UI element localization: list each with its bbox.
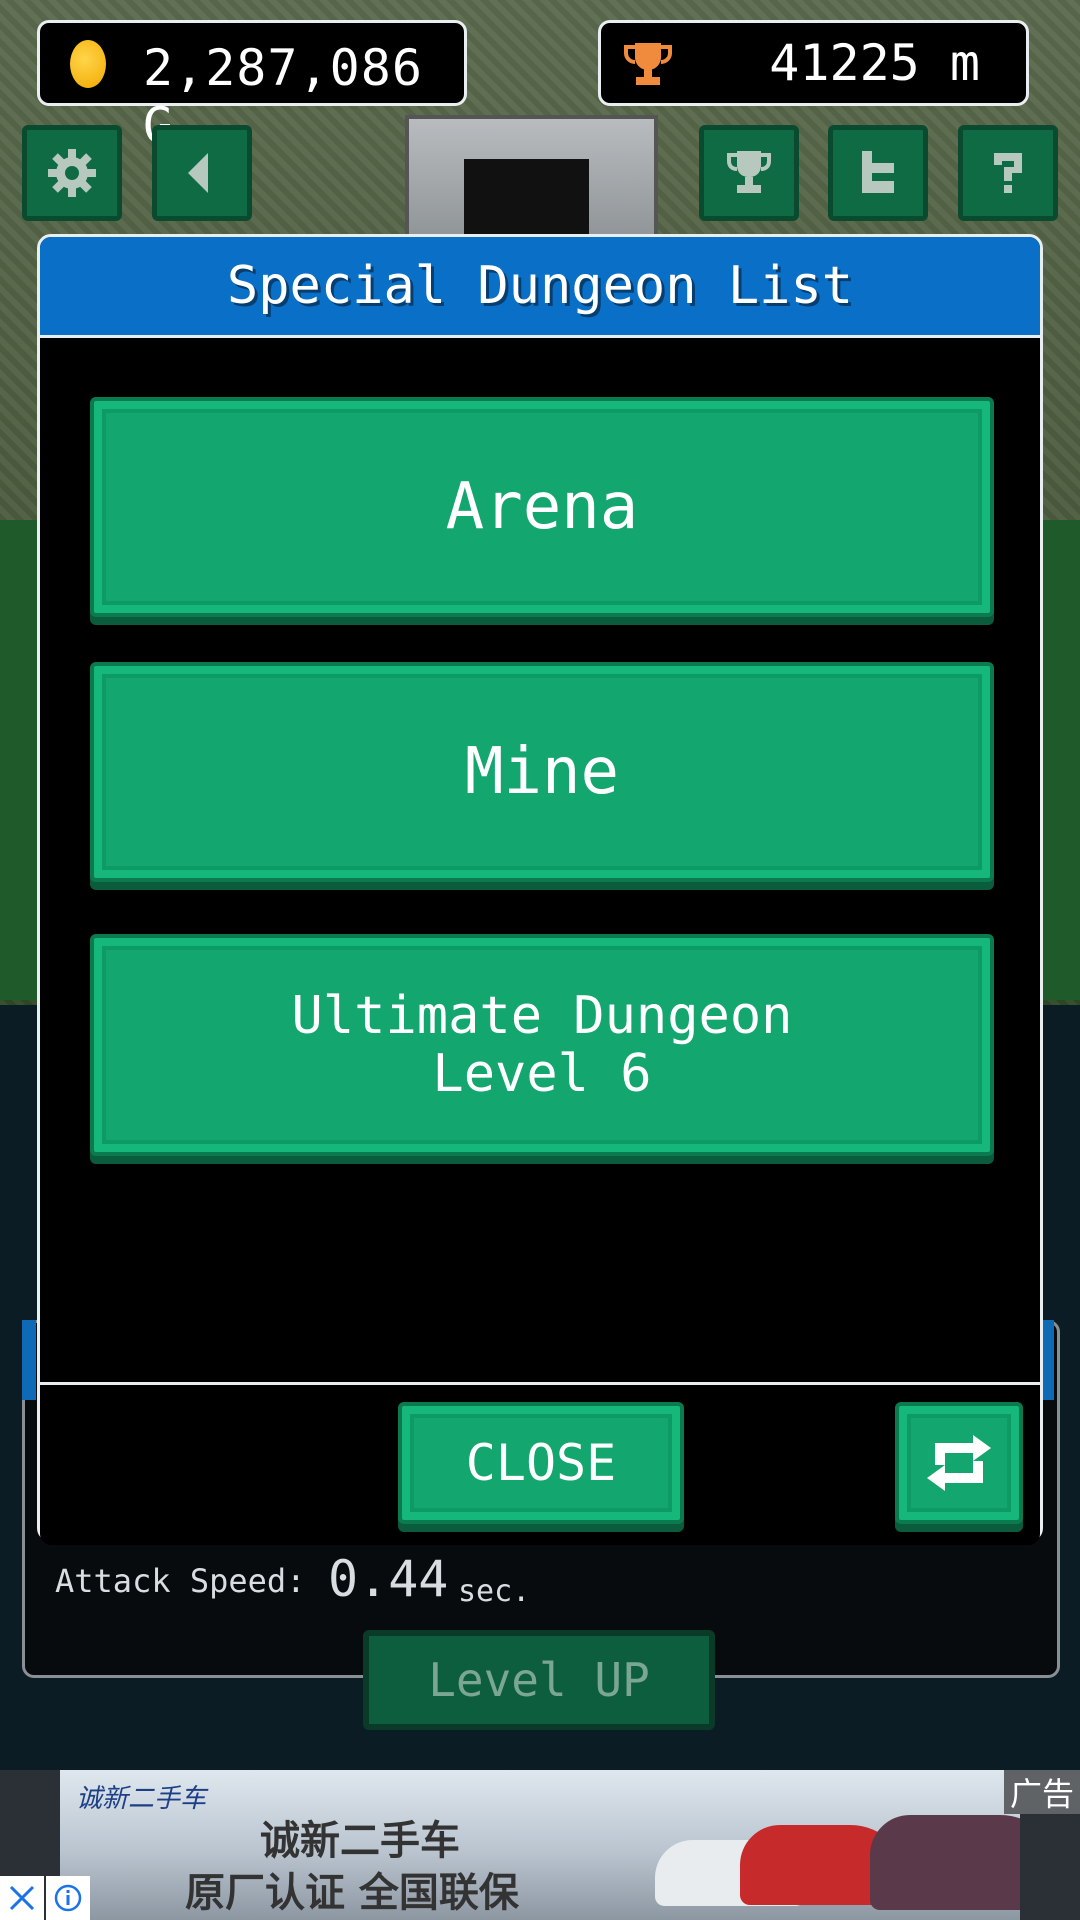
close-button[interactable]: CLOSE: [398, 1402, 684, 1524]
sound-button[interactable]: [152, 125, 252, 221]
dungeon-level-label: Level 6: [432, 1044, 652, 1104]
ad-subline: 原厂认证 全国联保: [185, 1870, 519, 1916]
modal-footer: CLOSE: [40, 1382, 1040, 1545]
gear-icon: [48, 149, 96, 197]
attack-speed-value: 0.44: [328, 1550, 449, 1608]
trophy-icon: [624, 43, 672, 85]
gold-counter: 2,287,086 G: [37, 20, 467, 155]
ad-close-button[interactable]: [0, 1876, 44, 1920]
dungeon-ultimate-button[interactable]: Ultimate Dungeon Level 6: [90, 934, 994, 1156]
refresh-icon: [927, 1435, 991, 1491]
twitter-icon: [862, 151, 894, 193]
ad-area: 诚新二手车 诚新二手车 原厂认证 全国联保 广告: [0, 1770, 1080, 1920]
twitter-button[interactable]: [828, 125, 928, 221]
achievements-button[interactable]: [699, 125, 799, 221]
dungeon-mine-button[interactable]: Mine: [90, 662, 994, 882]
refresh-button[interactable]: [895, 1402, 1023, 1524]
car-image: [870, 1815, 1020, 1910]
dungeon-label: Arena: [445, 470, 639, 544]
help-icon: [994, 153, 1022, 193]
dungeon-label: Mine: [464, 735, 620, 809]
level-up-button[interactable]: Level UP: [363, 1630, 715, 1730]
ad-banner[interactable]: 诚新二手车 诚新二手车 原厂认证 全国联保: [60, 1770, 1020, 1920]
dungeon-label: Ultimate Dungeon: [291, 986, 793, 1046]
distance-value: 41225 m: [769, 34, 980, 92]
attack-speed-unit: sec.: [458, 1574, 531, 1609]
ad-brand-logo: 诚新二手车: [76, 1784, 207, 1814]
special-dungeon-modal: Special Dungeon List Arena Mine Ultimate…: [37, 234, 1043, 1545]
ad-tag: 广告: [1004, 1770, 1080, 1814]
speaker-icon: [188, 153, 208, 193]
distance-unit: m: [949, 34, 980, 92]
coin-icon: [70, 40, 106, 88]
attack-speed-label: Attack Speed:: [55, 1562, 306, 1600]
distance-counter: 41225 m: [598, 20, 1029, 106]
close-icon: [9, 1885, 35, 1911]
ad-headline: 诚新二手车: [260, 1818, 460, 1864]
panel-edge-left: [22, 1320, 36, 1400]
trophy-icon: [727, 151, 771, 193]
help-button[interactable]: [958, 125, 1058, 221]
modal-title: Special Dungeon List: [40, 237, 1040, 338]
dungeon-arena-button[interactable]: Arena: [90, 397, 994, 617]
ad-info-button[interactable]: [46, 1876, 90, 1920]
info-icon: [54, 1884, 82, 1912]
settings-button[interactable]: [22, 125, 122, 221]
